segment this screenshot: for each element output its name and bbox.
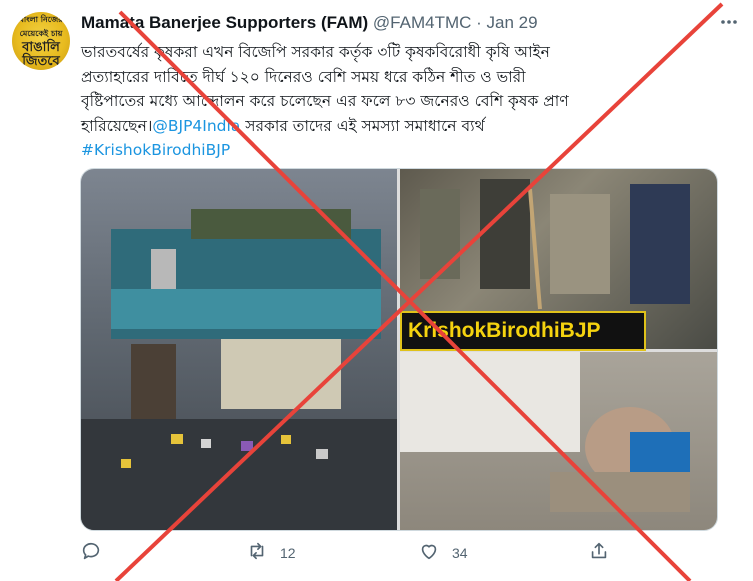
avatar-text-main: বাঙালি জিতবে (22, 40, 60, 69)
tweet-actions: 12 34 (80, 540, 660, 568)
author-name[interactable]: Mamata Banerjee Supporters (FAM) (81, 13, 368, 32)
retweet-count: 12 (280, 544, 296, 561)
share-button[interactable] (588, 540, 610, 565)
more-icon[interactable] (719, 12, 739, 37)
like-icon (418, 540, 440, 565)
tweet-card[interactable]: বাংলা নিজের মেয়েকেই চায় বাঙালি জিতবে M… (0, 0, 753, 581)
tweet-text-line: বৃষ্টিপাতের মধ্যে আন্দোলন করে চলেছেন এর … (81, 92, 569, 110)
tweet-text-line: ভারতবর্ষের কৃষকরা এখন বিজেপি সরকার কর্তৃ… (81, 43, 550, 61)
hashtag-link[interactable]: #KrishokBirodhiBJP (81, 138, 731, 163)
tweet-media[interactable]: KrishokBirodhiBJP (80, 168, 718, 531)
tweet-header: Mamata Banerjee Supporters (FAM) @FAM4TM… (81, 13, 538, 33)
reply-button[interactable] (80, 540, 114, 565)
author-handle[interactable]: @FAM4TMC (373, 13, 471, 32)
avatar[interactable]: বাংলা নিজের মেয়েকেই চায় বাঙালি জিতবে (12, 12, 70, 70)
tweet-text-fragment: সরকার তাদের এই সমস্যা সমাধানে ব্যর্থ (240, 116, 485, 135)
like-button[interactable]: 34 (418, 540, 468, 565)
photo-farmers-under-truck[interactable] (81, 169, 397, 530)
retweet-icon (246, 540, 268, 565)
tweet-date[interactable]: Jan 29 (487, 13, 538, 32)
retweet-button[interactable]: 12 (246, 540, 296, 565)
separator-dot: · (476, 13, 482, 32)
avatar-text: বাংলা নিজের মেয়েকেই চায় বাঙালি জিতবে (12, 13, 70, 69)
photo-injured-farmer[interactable] (400, 352, 717, 530)
avatar-text-top: বাংলা নিজের মেয়েকেই চায় (19, 15, 63, 38)
image-banner: KrishokBirodhiBJP (400, 311, 646, 351)
tweet-text-line: হারিয়েছেন।@BJP4India সরকার তাদের এই সমস… (81, 114, 731, 139)
reply-icon (80, 540, 102, 565)
photo-police-crowd[interactable]: KrishokBirodhiBJP (400, 169, 717, 351)
tweet-text: ভারতবর্ষের কৃষকরা এখন বিজেপি সরকার কর্তৃ… (81, 40, 731, 163)
tweet-text-fragment: হারিয়েছেন। (81, 116, 153, 135)
mention-link[interactable]: @BJP4India (152, 117, 240, 135)
tweet-text-line: প্রত্যাহারের দাবিতে দীর্ঘ ১২০ দিনেরও বেশ… (81, 67, 526, 86)
like-count: 34 (452, 544, 468, 561)
share-icon (588, 540, 610, 565)
